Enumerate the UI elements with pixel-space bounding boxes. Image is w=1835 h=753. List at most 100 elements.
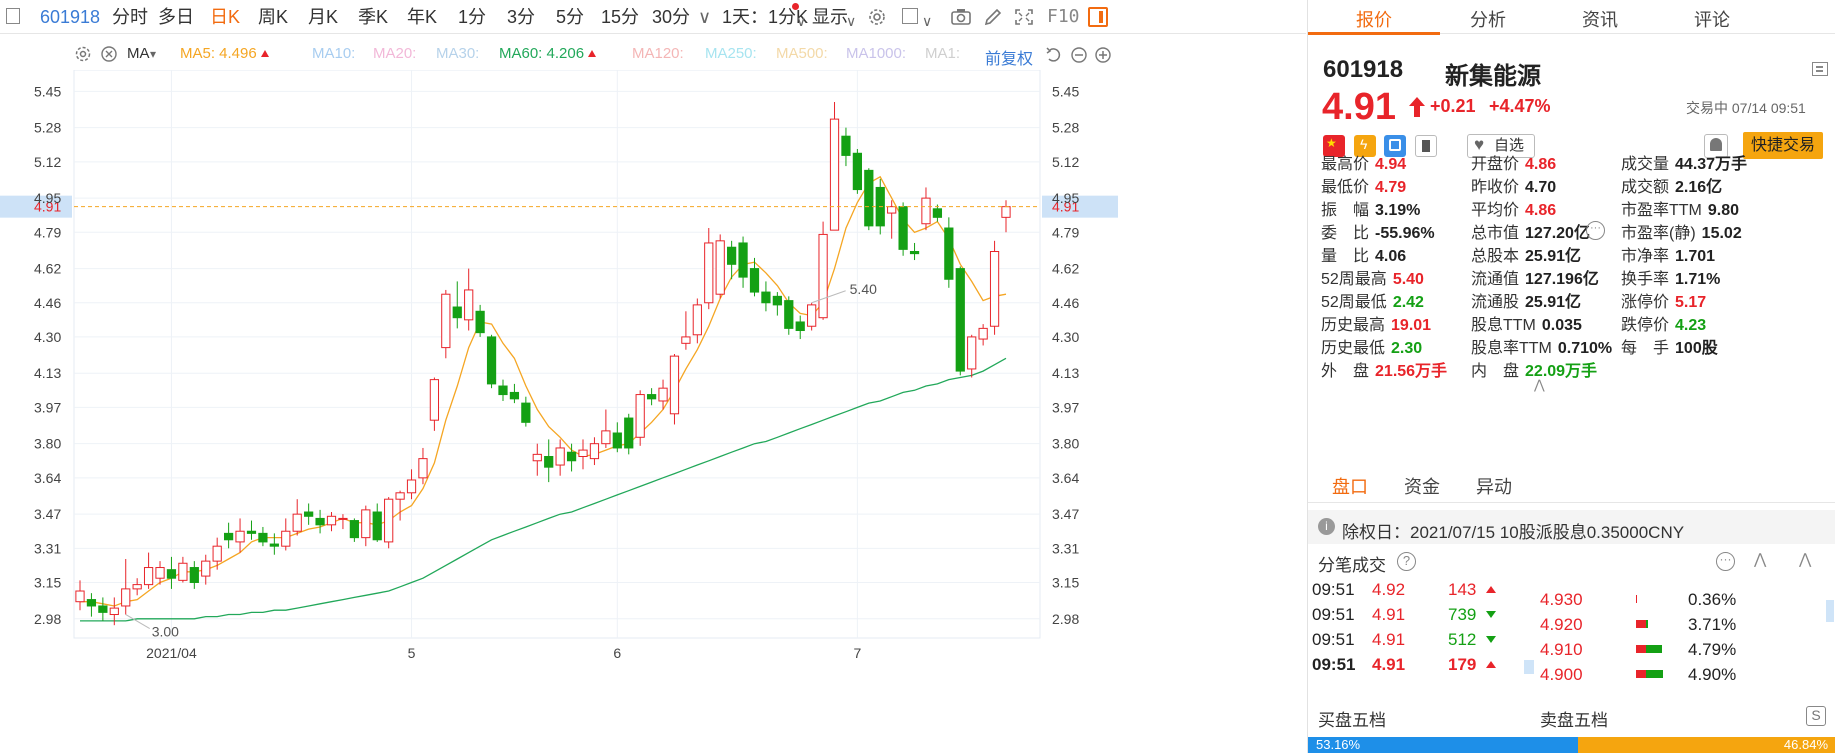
- candle[interactable]: [852, 149, 862, 194]
- candle[interactable]: [212, 537, 222, 570]
- expand-chevron-icon[interactable]: ⋀: [1534, 377, 1545, 393]
- candle[interactable]: [201, 554, 211, 585]
- candle[interactable]: [75, 580, 85, 611]
- tab-news[interactable]: 资讯: [1582, 6, 1618, 32]
- candle[interactable]: [509, 383, 520, 404]
- period-tab-monthly[interactable]: 月K: [308, 6, 338, 28]
- candle[interactable]: [498, 379, 508, 401]
- more-options-icon[interactable]: [1580, 222, 1602, 244]
- candle[interactable]: [98, 597, 108, 621]
- candle[interactable]: [429, 377, 440, 431]
- candle[interactable]: [86, 593, 97, 617]
- subtab-movements[interactable]: 异动: [1476, 473, 1512, 499]
- candle[interactable]: [281, 518, 291, 551]
- candle[interactable]: [624, 413, 634, 455]
- candle[interactable]: [681, 311, 691, 350]
- candle[interactable]: [544, 439, 554, 483]
- candle[interactable]: [566, 443, 577, 472]
- candle[interactable]: [189, 561, 199, 589]
- levels-scrollbar[interactable]: [1826, 600, 1834, 622]
- period-tab-5min[interactable]: 5分: [556, 6, 584, 28]
- candle[interactable]: [829, 102, 840, 231]
- candle[interactable]: [898, 202, 908, 256]
- display-select[interactable]: 显示: [812, 6, 848, 28]
- candle[interactable]: [361, 505, 371, 547]
- candle[interactable]: [944, 217, 954, 288]
- candle[interactable]: [326, 512, 337, 532]
- candle[interactable]: [784, 296, 794, 335]
- candle[interactable]: [1001, 200, 1011, 233]
- settings-gear-icon[interactable]: [866, 7, 888, 27]
- candle[interactable]: [338, 514, 348, 530]
- candle[interactable]: [738, 236, 748, 288]
- candle[interactable]: [521, 396, 531, 427]
- candle[interactable]: [532, 443, 542, 476]
- candle[interactable]: [246, 520, 257, 540]
- candle[interactable]: [406, 469, 417, 500]
- candle[interactable]: [372, 503, 382, 542]
- candle[interactable]: [818, 221, 828, 320]
- candle[interactable]: [749, 257, 760, 297]
- candle[interactable]: [635, 390, 645, 446]
- candle[interactable]: [292, 499, 302, 536]
- candle[interactable]: [178, 556, 188, 583]
- candle[interactable]: [715, 234, 725, 299]
- ma-close-icon[interactable]: [100, 45, 118, 63]
- ma-settings-gear-icon[interactable]: [74, 45, 92, 63]
- candle[interactable]: [761, 281, 771, 312]
- period-tab-3min[interactable]: 3分: [507, 6, 535, 28]
- camera-icon[interactable]: [950, 7, 972, 27]
- ma-chevron-icon[interactable]: ▾: [150, 47, 156, 61]
- candle[interactable]: [384, 497, 394, 549]
- candle[interactable]: [304, 503, 314, 525]
- candle[interactable]: [589, 437, 600, 466]
- tab-analysis[interactable]: 分析: [1470, 6, 1506, 32]
- bookmark-icon[interactable]: [1415, 135, 1437, 157]
- candle[interactable]: [704, 228, 714, 310]
- candle[interactable]: [864, 168, 874, 231]
- period-tab-quarterly[interactable]: 季K: [358, 6, 388, 28]
- candle[interactable]: [807, 302, 817, 331]
- candle[interactable]: [601, 409, 611, 448]
- period-tab-30min[interactable]: 30分: [652, 6, 690, 28]
- adjust-mode-button[interactable]: 前复权: [985, 45, 1033, 69]
- subtab-orderbook[interactable]: 盘口: [1332, 473, 1368, 499]
- candle[interactable]: [486, 334, 497, 389]
- undo-icon[interactable]: [1045, 46, 1063, 64]
- zoom-in-icon[interactable]: [1094, 46, 1112, 64]
- more-periods-chevron-icon[interactable]: ∨: [698, 6, 711, 28]
- candle[interactable]: [612, 422, 622, 453]
- layout-chevron-icon[interactable]: ∨: [922, 10, 932, 32]
- period-tab-15min[interactable]: 15分: [601, 6, 639, 28]
- candle[interactable]: [349, 518, 359, 542]
- menu-list-icon[interactable]: [1812, 62, 1828, 76]
- zoom-out-icon[interactable]: [1070, 46, 1088, 64]
- tab-quote[interactable]: 报价: [1356, 6, 1392, 32]
- collapse-chevron-icon[interactable]: ⋀: [1754, 550, 1766, 568]
- interval-chevron-icon[interactable]: ∨: [796, 10, 806, 32]
- candle[interactable]: [967, 334, 977, 378]
- candle[interactable]: [452, 281, 462, 329]
- candle[interactable]: [475, 304, 485, 337]
- candle[interactable]: [955, 266, 965, 376]
- s-toggle-icon[interactable]: S: [1806, 706, 1826, 726]
- candle[interactable]: [795, 315, 805, 340]
- help-icon[interactable]: ?: [1397, 552, 1416, 571]
- fast-trade-button[interactable]: 快捷交易: [1743, 132, 1823, 159]
- more-dots-icon[interactable]: ···: [1716, 552, 1735, 571]
- period-tab-multiday[interactable]: 多日: [158, 6, 194, 28]
- candle[interactable]: [921, 187, 931, 231]
- candle[interactable]: [315, 509, 325, 534]
- candle[interactable]: [143, 552, 154, 589]
- candle[interactable]: [224, 522, 234, 549]
- draw-pencil-icon[interactable]: [982, 7, 1004, 27]
- candle[interactable]: [669, 354, 680, 425]
- kline-chart[interactable]: 4.91 4.915.403.00 2.983.153.313.473.643.8…: [0, 70, 1306, 753]
- sidebar-toggle-icon[interactable]: [6, 8, 20, 24]
- candle[interactable]: [555, 439, 565, 476]
- candle[interactable]: [395, 490, 405, 521]
- candle[interactable]: [418, 447, 428, 485]
- candle[interactable]: [464, 268, 474, 331]
- candle[interactable]: [887, 200, 897, 239]
- candle[interactable]: [166, 556, 177, 589]
